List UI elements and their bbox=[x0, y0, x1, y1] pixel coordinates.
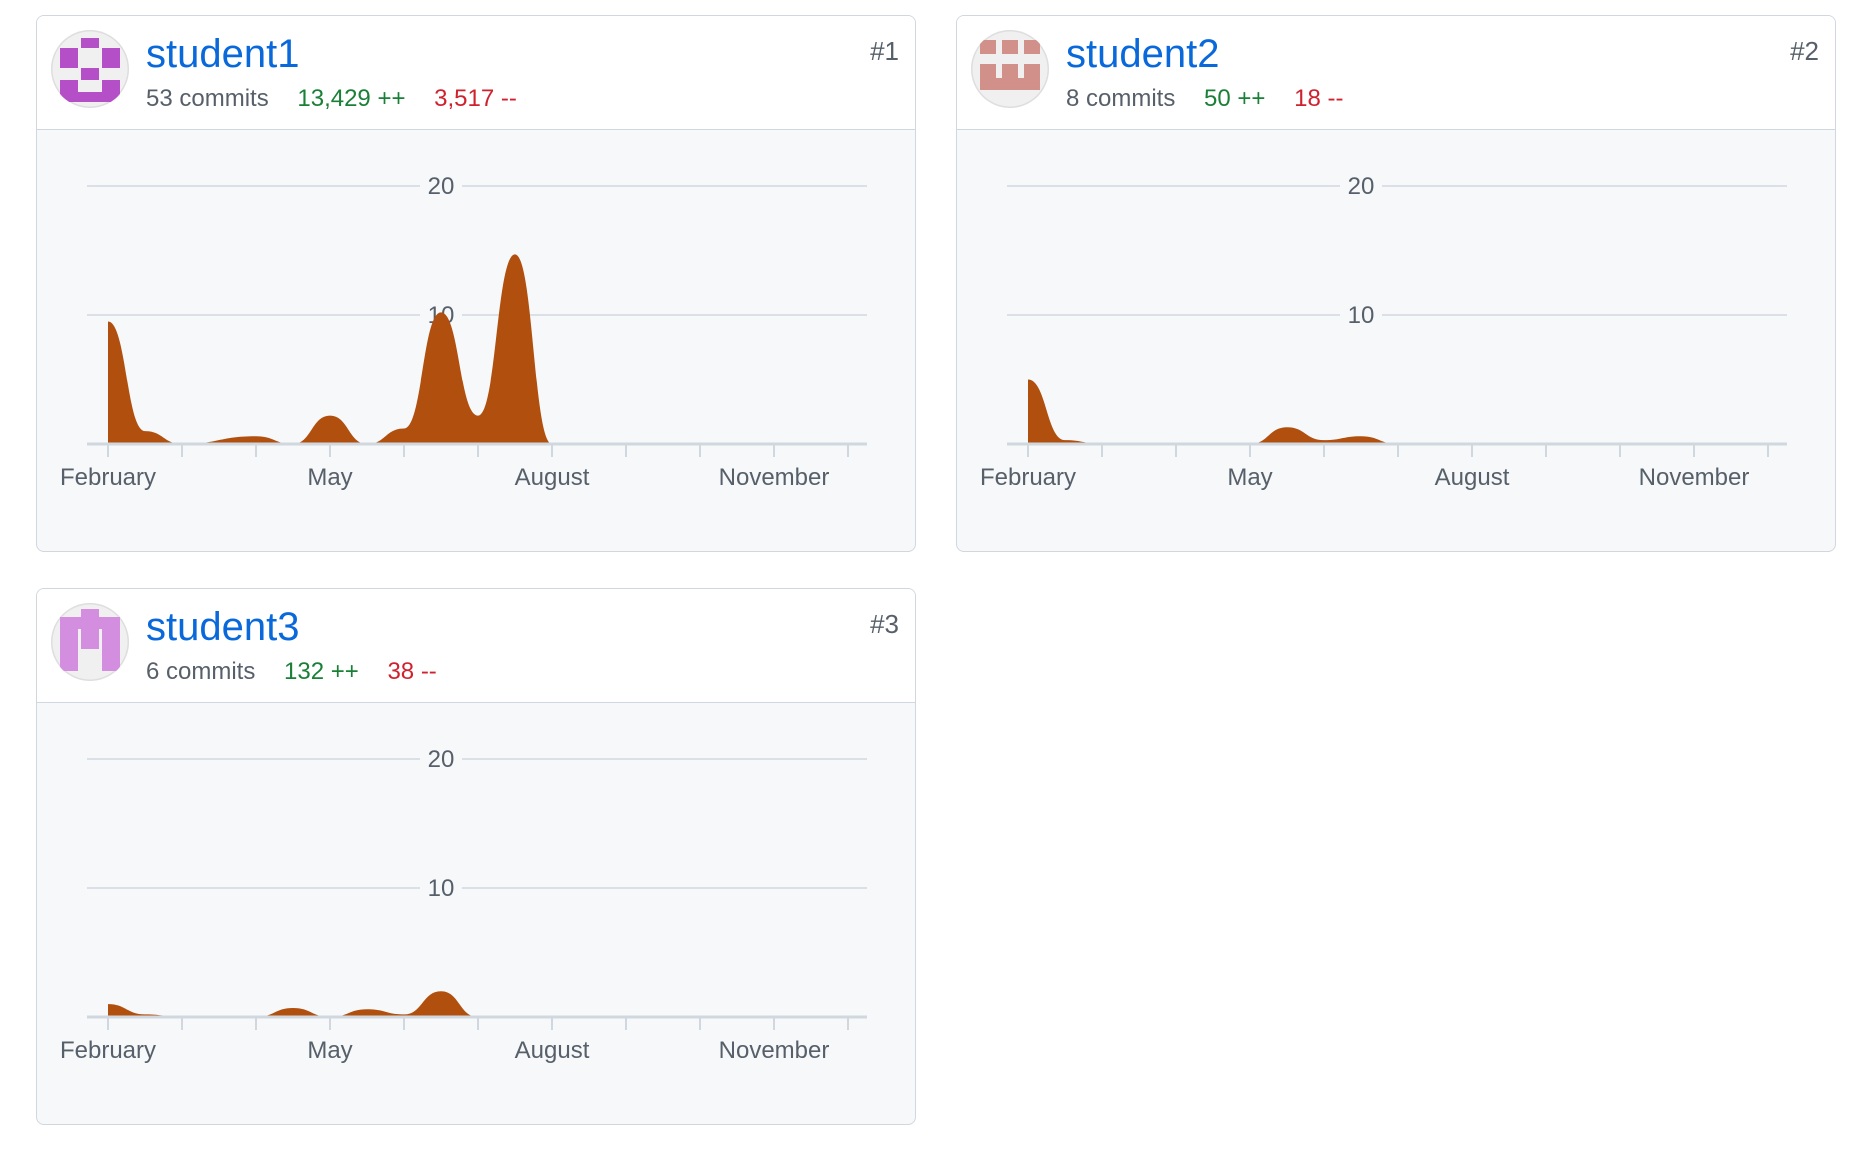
x-tick-label: August bbox=[515, 464, 590, 491]
x-tick-label: February bbox=[60, 464, 156, 491]
contributor-stats: 53 commits 13,429 ++ 3,517 -- bbox=[146, 84, 539, 114]
commit-activity-chart: 1020FebruaryMayAugustNovember bbox=[60, 173, 915, 491]
contributor-header: student2 8 commits 50 ++ 18 -- #2 bbox=[957, 16, 1835, 130]
x-tick-label: February bbox=[980, 464, 1076, 491]
additions-count: 13,429 ++ bbox=[297, 85, 406, 112]
deletions-count: 38 -- bbox=[387, 658, 437, 685]
identicon bbox=[60, 38, 120, 102]
x-tick-label: May bbox=[307, 1037, 352, 1064]
rank-label: #2 bbox=[1790, 36, 1819, 66]
x-tick-label: November bbox=[1639, 464, 1750, 491]
deletions-count: 18 -- bbox=[1294, 85, 1344, 112]
commit-count[interactable]: 6 commits bbox=[146, 658, 255, 685]
x-tick-label: May bbox=[1227, 464, 1272, 491]
contributor-card: student1 53 commits 13,429 ++ 3,517 -- #… bbox=[36, 15, 916, 552]
identicon bbox=[980, 40, 1040, 90]
contributor-stats: 8 commits 50 ++ 18 -- bbox=[1066, 84, 1365, 114]
y-tick-label: 10 bbox=[428, 875, 455, 902]
y-tick-label: 10 bbox=[1348, 302, 1375, 329]
y-tick-label: 20 bbox=[428, 173, 455, 200]
commit-area-series bbox=[108, 991, 915, 1017]
identicon bbox=[60, 609, 120, 671]
commit-count[interactable]: 53 commits bbox=[146, 85, 269, 112]
avatar[interactable] bbox=[51, 603, 129, 681]
rank-label: #3 bbox=[870, 609, 899, 639]
additions-count: 50 ++ bbox=[1204, 85, 1266, 112]
deletions-count: 3,517 -- bbox=[434, 85, 517, 112]
commit-activity-chart: 10 20 February May August November bbox=[980, 173, 1835, 491]
contributor-name-link[interactable]: student3 bbox=[146, 605, 299, 649]
x-tick-label: August bbox=[515, 1037, 590, 1064]
x-tick-label: May bbox=[307, 464, 352, 491]
avatar[interactable] bbox=[971, 30, 1049, 108]
contributor-name-link[interactable]: student1 bbox=[146, 32, 299, 76]
x-tick-label: August bbox=[1435, 464, 1510, 491]
additions-count: 132 ++ bbox=[284, 658, 359, 685]
avatar[interactable] bbox=[51, 30, 129, 108]
x-tick-label: November bbox=[719, 464, 830, 491]
commit-area-series bbox=[1028, 379, 1835, 445]
rank-label: #1 bbox=[870, 36, 899, 66]
contributor-header: student3 6 commits 132 ++ 38 -- #3 bbox=[37, 589, 915, 703]
contributor-name-link[interactable]: student2 bbox=[1066, 32, 1219, 76]
contributor-card: student3 6 commits 132 ++ 38 -- #3 10 20 F… bbox=[36, 588, 916, 1125]
x-tick-label: November bbox=[719, 1037, 830, 1064]
contributor-card: student2 8 commits 50 ++ 18 -- #2 10 20 Fe… bbox=[956, 15, 1836, 552]
commit-area-series bbox=[108, 254, 915, 445]
y-tick-label: 20 bbox=[428, 746, 455, 773]
x-tick-label: February bbox=[60, 1037, 156, 1064]
commit-activity-chart: 10 20 February May August November bbox=[60, 746, 915, 1064]
commit-count[interactable]: 8 commits bbox=[1066, 85, 1175, 112]
y-tick-label: 20 bbox=[1348, 173, 1375, 200]
contributor-header: student1 53 commits 13,429 ++ 3,517 -- #… bbox=[37, 16, 915, 130]
contributor-stats: 6 commits 132 ++ 38 -- bbox=[146, 657, 459, 687]
